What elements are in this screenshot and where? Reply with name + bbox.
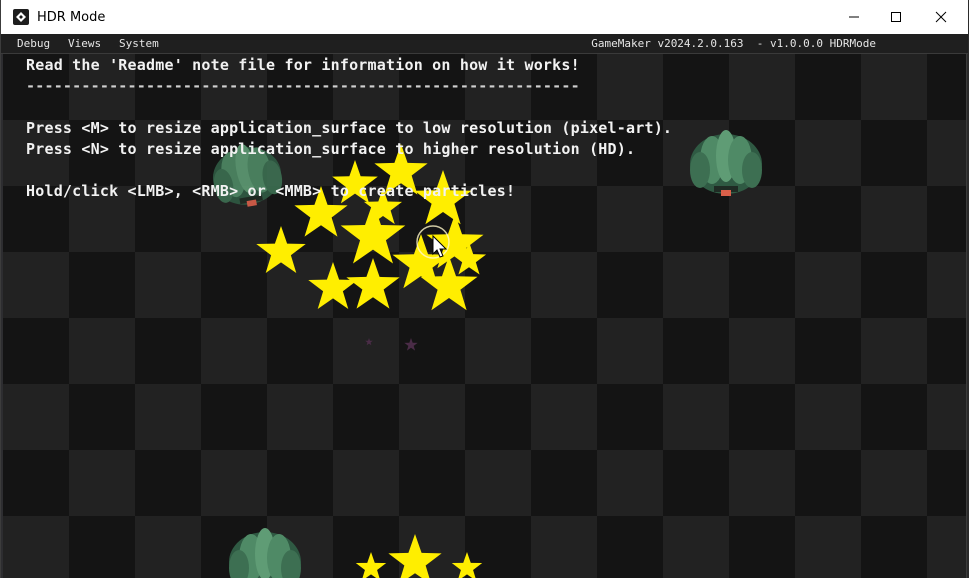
menu-bar: Debug Views System GameMaker v2024.2.0.1…: [1, 34, 968, 54]
info-readme-line: Read the 'Readme' note file for informat…: [26, 56, 580, 74]
close-icon: [935, 11, 947, 23]
star-particle-cluster: [256, 144, 487, 311]
gamemaker-app-icon: [13, 9, 29, 25]
game-canvas[interactable]: Read the 'Readme' note file for informat…: [3, 54, 966, 578]
maximize-button[interactable]: [873, 0, 919, 34]
shrub-sprite-icon: [229, 528, 301, 578]
version-label: GameMaker v2024.2.0.163 - v1.0.0.0 HDRMo…: [591, 37, 876, 50]
info-divider: ----------------------------------------…: [26, 77, 580, 95]
window-edge: [1, 54, 3, 578]
title-bar[interactable]: HDR Mode: [1, 0, 968, 34]
game-window: HDR Mode Debug Views System GameMaker v2…: [0, 0, 968, 578]
maximize-icon: [891, 12, 901, 22]
minimize-button[interactable]: [831, 0, 877, 34]
info-high-res-line: Press <N> to resize application_surface …: [26, 140, 636, 158]
minimize-icon: [849, 16, 859, 18]
menu-views[interactable]: Views: [68, 37, 101, 50]
info-particles-line: Hold/click <LMB>, <RMB> or <MMB> to crea…: [26, 182, 516, 200]
faint-particle-icon: [365, 338, 418, 351]
menu-system[interactable]: System: [119, 37, 159, 50]
close-button[interactable]: [918, 0, 964, 34]
menu-debug[interactable]: Debug: [17, 37, 50, 50]
info-low-res-line: Press <M> to resize application_surface …: [26, 119, 673, 137]
shrub-sprite-icon: [690, 130, 762, 196]
window-title: HDR Mode: [37, 9, 106, 25]
star-particle-cluster-bottom: [355, 534, 483, 578]
